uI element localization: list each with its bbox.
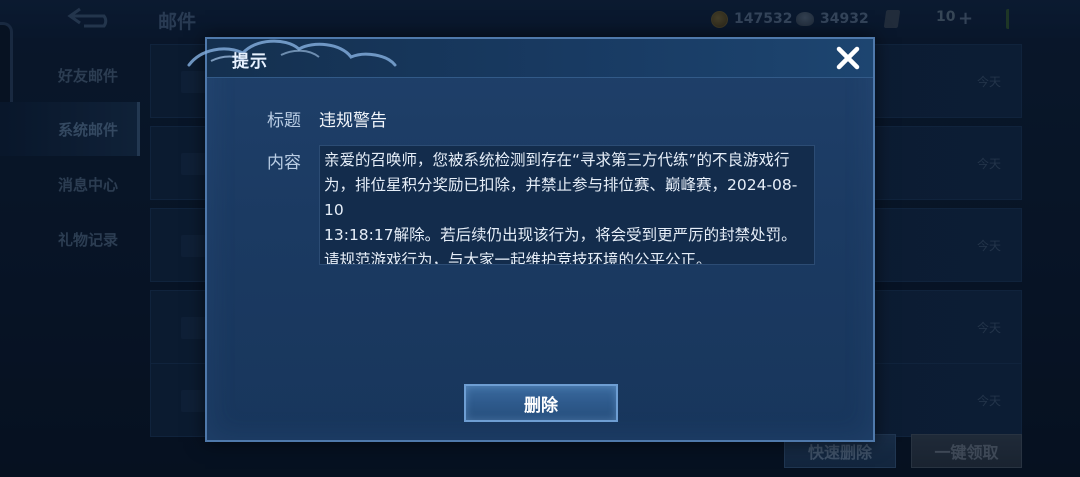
- mail-date: 今天: [976, 321, 1001, 335]
- sidebar-item-system-mail[interactable]: 系统邮件: [0, 102, 140, 156]
- top-bar: 邮件 147532 34932 10 +: [0, 0, 1080, 38]
- mail-date: 今天: [976, 157, 1001, 171]
- sidebar-item-friend-mail[interactable]: 好友邮件: [0, 48, 140, 102]
- signal-icon: [1006, 9, 1021, 29]
- sidebar-item-label: 礼物记录: [58, 230, 119, 249]
- ticket-icon: [883, 10, 901, 28]
- mail-date: 今天: [976, 75, 1001, 89]
- delete-button[interactable]: 删除: [464, 384, 618, 422]
- content-text: 亲爱的召唤师，您被系统检测到存在“寻求第三方代练”的不良游戏行为，排位星积分奖励…: [324, 151, 798, 265]
- gem-icon: [796, 12, 814, 26]
- mail-sidebar: 好友邮件 系统邮件 消息中心 礼物记录: [0, 38, 140, 477]
- stamina-amount: 10: [936, 9, 956, 25]
- sidebar-item-label: 系统邮件: [58, 120, 119, 139]
- page-title: 邮件: [158, 11, 197, 33]
- diamond-amount: 34932: [820, 11, 869, 27]
- subject-value: 违规警告: [319, 111, 387, 131]
- content-label: 内容: [267, 153, 301, 173]
- sidebar-item-message-center[interactable]: 消息中心: [0, 157, 140, 211]
- diamond-balance: 34932: [796, 9, 869, 29]
- dialog-title: 提示: [232, 52, 268, 72]
- close-icon: [836, 46, 860, 70]
- content-scroll-area[interactable]: 亲爱的召唤师，您被系统检测到存在“寻求第三方代练”的不良游戏行为，排位星积分奖励…: [319, 145, 815, 265]
- mail-date: 今天: [976, 394, 1001, 408]
- mail-screen: 邮件 147532 34932 10 + 好友邮件 系统邮件 消息中心 礼物记录: [0, 0, 1080, 477]
- sidebar-item-label: 消息中心: [58, 175, 119, 194]
- claim-all-button[interactable]: 一键领取: [911, 434, 1022, 468]
- coin-icon: [711, 10, 728, 28]
- add-stamina-icon[interactable]: +: [958, 8, 973, 29]
- sidebar-item-label: 好友邮件: [58, 66, 119, 85]
- mail-date: 今天: [976, 239, 1001, 253]
- close-button[interactable]: [829, 40, 867, 76]
- dialog-header: [207, 39, 873, 78]
- gold-amount: 147532: [734, 11, 793, 27]
- gold-balance: 147532: [711, 9, 792, 29]
- sidebar-item-gift-records[interactable]: 礼物记录: [0, 212, 140, 266]
- back-icon[interactable]: [66, 6, 118, 28]
- subject-label: 标题: [267, 111, 301, 131]
- notice-dialog: 提示 标题 违规警告 内容 亲爱的召唤师，您被系统检测到存在“寻求第三方代练”的…: [187, 37, 875, 442]
